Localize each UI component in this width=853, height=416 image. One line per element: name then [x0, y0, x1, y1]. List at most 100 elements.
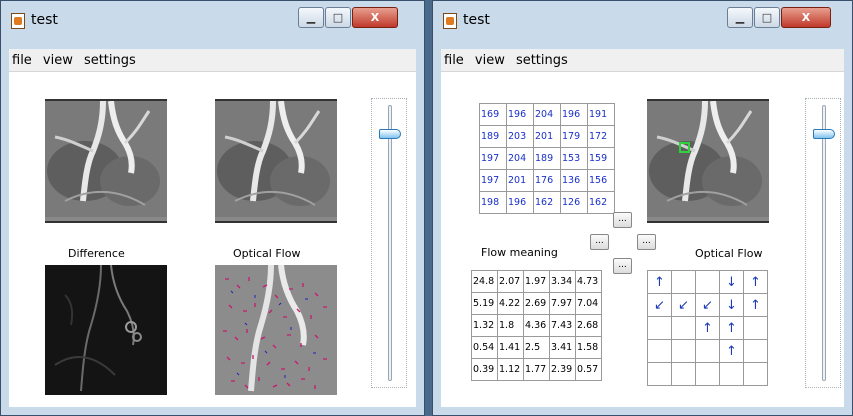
flow-value-cell: 2.07 — [497, 270, 524, 293]
grid-row: 24.8 2.07 1.97 3.34 4.73 — [471, 270, 602, 293]
flow-arrow-cell: ↑ — [743, 293, 768, 317]
menu-settings[interactable]: settings — [513, 50, 571, 68]
flow-arrow-cell: ↙ — [671, 293, 696, 317]
intensity-cell: 153 — [560, 147, 588, 170]
intensity-cell: 204 — [533, 103, 561, 126]
intensity-cell: 197 — [479, 147, 507, 170]
flow-value-cell: 4.73 — [575, 270, 602, 293]
right-content-panel: 169 196 204 196 191 189 203 201 179 172 197 204 189 1… — [441, 72, 844, 407]
move-right-button[interactable]: ... — [637, 234, 656, 250]
right-title-bar[interactable]: test ▁ □ X — [433, 1, 852, 41]
flow-arrow-cell: ↑ — [719, 316, 744, 340]
intensity-cell: 204 — [506, 147, 534, 170]
flow-value-cell: 24.8 — [471, 270, 498, 293]
tracked-image — [647, 99, 769, 223]
left-window: test ▁ □ X file view settings Difference… — [0, 0, 425, 416]
intensity-cell: 189 — [479, 125, 507, 148]
flow-value-cell: 1.77 — [523, 358, 550, 381]
intensity-cell: 201 — [533, 125, 561, 148]
menu-view[interactable]: view — [40, 50, 76, 68]
flow-arrow-cell: ↑ — [647, 270, 672, 294]
frame-slider[interactable] — [371, 98, 407, 388]
flow-arrow-cell — [743, 316, 768, 340]
java-app-icon — [443, 13, 457, 29]
intensity-cell: 159 — [587, 147, 615, 170]
flow-arrow-cell: ↓ — [719, 293, 744, 317]
intensity-cell: 201 — [506, 169, 534, 192]
intensity-cell: 196 — [506, 103, 534, 126]
flow-value-cell: 2.5 — [523, 336, 550, 359]
intensity-cell: 197 — [479, 169, 507, 192]
close-button[interactable]: X — [352, 7, 398, 28]
optical-flow-caption: Optical Flow — [233, 247, 301, 260]
intensity-grid: 169 196 204 196 191 189 203 201 179 172 197 204 189 1… — [479, 103, 615, 214]
move-up-button[interactable]: ... — [613, 212, 632, 228]
flow-arrow-cell: ↙ — [695, 293, 720, 317]
flow-arrow-cell — [695, 362, 720, 386]
grid-row: ↙ ↙ ↙ ↓ ↑ — [647, 293, 768, 317]
flow-value-cell: 7.04 — [575, 292, 602, 315]
source-image-frame-1 — [45, 99, 167, 223]
flow-value-cell: 1.8 — [497, 314, 524, 337]
slider-thumb[interactable] — [813, 129, 835, 139]
flow-value-cell: 4.22 — [497, 292, 524, 315]
flow-value-cell: 0.54 — [471, 336, 498, 359]
move-left-button[interactable]: ... — [590, 234, 609, 250]
flow-arrow-cell — [647, 362, 672, 386]
flow-value-cell: 1.97 — [523, 270, 550, 293]
menu-view[interactable]: view — [472, 50, 508, 68]
intensity-cell: 203 — [506, 125, 534, 148]
grid-row: 189 203 201 179 172 — [479, 125, 615, 148]
flow-value-cell: 3.41 — [549, 336, 576, 359]
left-menu-bar: file view settings — [9, 49, 416, 72]
flow-arrow-cell — [647, 339, 672, 363]
flow-arrow-cell — [695, 270, 720, 294]
intensity-cell: 172 — [587, 125, 615, 148]
intensity-cell: 156 — [587, 169, 615, 192]
minimize-button[interactable]: ▁ — [727, 7, 753, 28]
right-window-title: test — [463, 12, 490, 28]
left-window-title: test — [31, 12, 58, 28]
maximize-button[interactable]: □ — [754, 7, 780, 28]
flow-value-cell: 0.39 — [471, 358, 498, 381]
flow-value-cell: 3.34 — [549, 270, 576, 293]
maximize-button[interactable]: □ — [325, 7, 351, 28]
slider-track[interactable] — [388, 105, 392, 381]
intensity-cell: 162 — [587, 191, 615, 214]
menu-settings[interactable]: settings — [81, 50, 139, 68]
flow-arrow-cell — [743, 339, 768, 363]
intensity-cell: 126 — [560, 191, 588, 214]
difference-caption: Difference — [68, 247, 125, 260]
move-down-button[interactable]: ... — [613, 258, 632, 274]
source-image-frame-2 — [215, 99, 337, 223]
right-window: test ▁ □ X file view settings 169 196 204 1… — [432, 0, 853, 416]
flow-value-cell: 1.58 — [575, 336, 602, 359]
frame-slider[interactable] — [805, 98, 841, 388]
intensity-cell: 176 — [533, 169, 561, 192]
grid-row: 0.39 1.12 1.77 2.39 0.57 — [471, 358, 602, 381]
grid-row: 197 201 176 136 156 — [479, 169, 615, 192]
flow-value-cell: 1.12 — [497, 358, 524, 381]
java-app-icon — [11, 13, 25, 29]
slider-track[interactable] — [822, 105, 826, 381]
flow-value-cell: 0.57 — [575, 358, 602, 381]
flow-arrow-cell — [671, 316, 696, 340]
slider-thumb[interactable] — [379, 129, 401, 139]
optical-flow-image — [215, 265, 337, 395]
flow-arrow-cell: ↑ — [719, 339, 744, 363]
minimize-button[interactable]: ▁ — [298, 7, 324, 28]
intensity-cell: 189 — [533, 147, 561, 170]
menu-file[interactable]: file — [441, 50, 467, 68]
intensity-cell: 198 — [479, 191, 507, 214]
optical-flow-caption: Optical Flow — [695, 247, 763, 260]
flow-arrow-cell: ↑ — [695, 316, 720, 340]
flow-value-cell: 1.41 — [497, 336, 524, 359]
flow-magnitude-grid: 24.8 2.07 1.97 3.34 4.73 5.19 4.22 2.69 7.97 7.04… — [471, 270, 602, 381]
flow-arrow-cell — [647, 316, 672, 340]
menu-file[interactable]: file — [9, 50, 35, 68]
flow-value-cell: 2.68 — [575, 314, 602, 337]
grid-row: 198 196 162 126 162 — [479, 191, 615, 214]
left-title-bar[interactable]: test ▁ □ X — [1, 1, 424, 41]
grid-row: 197 204 189 153 159 — [479, 147, 615, 170]
close-button[interactable]: X — [781, 7, 831, 28]
